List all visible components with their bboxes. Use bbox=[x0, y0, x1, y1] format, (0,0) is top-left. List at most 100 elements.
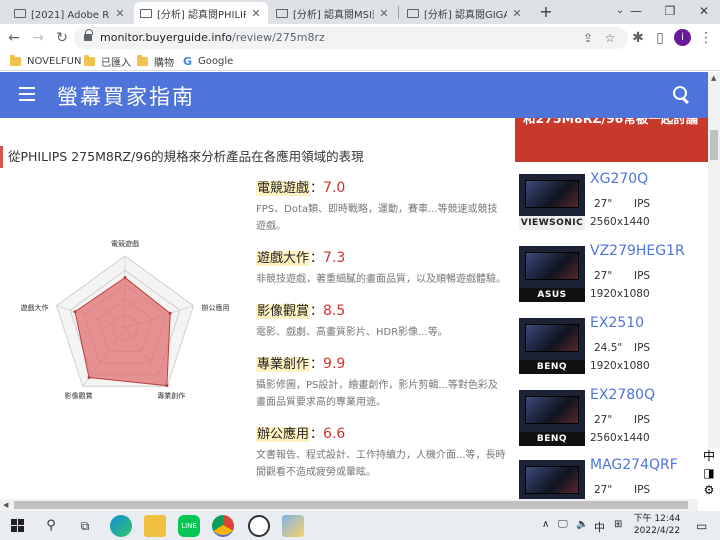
related-heading: 和275M8RZ/96常被一起討論 bbox=[515, 118, 708, 162]
radar-chart: 電競遊戲辦公應用專業創作 影像觀賞 遊戲大作 bbox=[21, 239, 230, 400]
product-card[interactable]: MAG274QRF 27" IPS bbox=[519, 457, 708, 499]
minimize-button[interactable]: — bbox=[618, 0, 654, 24]
scroll-left-arrow-icon[interactable]: ◀ bbox=[3, 501, 8, 509]
product-brand-logo: ASUS bbox=[519, 288, 585, 302]
score-name: 專業創作 bbox=[256, 357, 311, 372]
google-icon: G bbox=[183, 54, 193, 68]
site-title[interactable]: 螢幕買家指南 bbox=[57, 81, 195, 111]
close-window-button[interactable]: ✕ bbox=[686, 0, 720, 24]
folder-icon bbox=[84, 54, 95, 66]
product-specs: 27" IPS 2560x1440 bbox=[590, 411, 650, 447]
search-icon[interactable] bbox=[672, 85, 692, 105]
profile-avatar[interactable]: i bbox=[674, 29, 691, 46]
product-name-link[interactable]: EX2510 bbox=[590, 315, 644, 331]
new-tab-button[interactable]: + bbox=[536, 2, 556, 22]
horizontal-scroll-thumb[interactable] bbox=[14, 501, 688, 509]
product-brand-logo: BENQ bbox=[519, 360, 585, 374]
tab-philips[interactable]: [分析] 認真閱PHILIPS ✕ bbox=[134, 2, 268, 24]
score-value: 7.3 bbox=[323, 250, 346, 266]
input-language[interactable]: 中 bbox=[594, 519, 605, 535]
extensions-puzzle-icon[interactable]: ✱ bbox=[628, 28, 648, 48]
file-explorer-icon[interactable] bbox=[144, 515, 166, 537]
radar-axis-label: 專業創作 bbox=[157, 391, 185, 400]
url-text: monitor.buyerguide.info/review/275m8rz bbox=[100, 31, 325, 44]
monitor-favicon-icon bbox=[14, 8, 26, 18]
scroll-up-arrow-icon[interactable]: ▲ bbox=[711, 74, 716, 82]
product-resolution: 2560x1440 bbox=[590, 432, 650, 444]
product-name-link[interactable]: VZ279HEG1R bbox=[590, 243, 685, 259]
vertical-scroll-thumb[interactable] bbox=[710, 130, 718, 160]
network-icon[interactable]: 🖵 bbox=[558, 519, 568, 530]
paint-app-icon[interactable] bbox=[282, 515, 304, 537]
clock-app-icon[interactable] bbox=[248, 515, 270, 537]
ime-mode-button[interactable]: 中 bbox=[698, 448, 720, 465]
score-item: 電競遊戲：7.0 FPS、Dota類、即時戰略，運動，賽車...等競速或競技遊戲… bbox=[256, 178, 506, 235]
vertical-scrollbar[interactable]: ▲ bbox=[708, 72, 720, 499]
product-image[interactable]: BENQ bbox=[519, 390, 585, 446]
address-bar[interactable]: monitor.buyerguide.info/review/275m8rz ⇪… bbox=[74, 27, 628, 49]
volume-icon[interactable]: 🔈 bbox=[576, 519, 588, 530]
ime-settings-icon[interactable]: ⚙ bbox=[698, 482, 720, 499]
ime-status-icon[interactable]: ⊞ bbox=[614, 519, 622, 530]
product-image[interactable] bbox=[519, 460, 585, 499]
bookmark-star-icon[interactable]: ☆ bbox=[602, 30, 618, 46]
task-view-icon[interactable]: ⧉ bbox=[74, 515, 96, 537]
product-card[interactable]: VIEWSONIC XG270Q 27" IPS 2560x1440 bbox=[519, 171, 708, 234]
side-panel-icon[interactable]: ▯ bbox=[650, 28, 670, 48]
bookmark-shopping[interactable]: 購物 bbox=[137, 53, 174, 69]
close-tab-icon[interactable]: ✕ bbox=[250, 7, 262, 20]
bookmark-novelfun[interactable]: NOVELFUN bbox=[10, 53, 81, 69]
bookmarks-bar: NOVELFUN 已匯入 購物 G Google bbox=[0, 51, 720, 71]
close-tab-icon[interactable]: ✕ bbox=[114, 7, 126, 20]
product-size: 27" bbox=[594, 198, 613, 210]
ime-width-icon[interactable]: ◨ bbox=[698, 465, 720, 482]
share-icon[interactable]: ⇪ bbox=[580, 30, 596, 46]
forward-arrow-icon[interactable]: → bbox=[28, 28, 48, 48]
bookmark-imported[interactable]: 已匯入 bbox=[84, 53, 131, 69]
close-tab-icon[interactable]: ✕ bbox=[511, 7, 523, 20]
maximize-button[interactable]: ❐ bbox=[652, 0, 688, 24]
product-image[interactable]: BENQ bbox=[519, 318, 585, 374]
score-description: 非競技遊戲，著重細膩的畫面品質，以及順暢遊戲體驗。 bbox=[256, 274, 506, 285]
tab-msi[interactable]: [分析] 認真閱MSI遊戲 ✕ bbox=[270, 2, 396, 24]
product-resolution: 1920x1080 bbox=[590, 288, 650, 300]
windows-start-icon[interactable] bbox=[11, 519, 24, 532]
reload-icon[interactable]: ↻ bbox=[52, 28, 72, 48]
tab-adobe-rgb[interactable]: [2021] Adobe RGB 色 ✕ bbox=[8, 2, 132, 24]
product-name-link[interactable]: EX2780Q bbox=[590, 387, 655, 403]
product-card[interactable]: ASUS VZ279HEG1R 27" IPS 1920x1080 bbox=[519, 243, 708, 306]
tray-chevron-icon[interactable]: ∧ bbox=[542, 519, 549, 530]
hamburger-menu-icon[interactable] bbox=[19, 87, 35, 101]
tab-strip: [2021] Adobe RGB 色 ✕ [分析] 認真閱PHILIPS ✕ [… bbox=[0, 0, 720, 24]
radar-axis-label: 辦公應用 bbox=[201, 303, 229, 312]
line-app-icon[interactable]: LINE bbox=[178, 515, 200, 537]
score-item: 辦公應用：6.6 文書報告、程式設計、工作持續力，人機介面...等，長時間觀看不… bbox=[256, 424, 506, 481]
product-name-link[interactable]: XG270Q bbox=[590, 171, 648, 187]
chrome-browser-icon[interactable] bbox=[212, 515, 234, 537]
product-card[interactable]: BENQ EX2780Q 27" IPS 2560x1440 bbox=[519, 387, 708, 450]
product-name-link[interactable]: MAG274QRF bbox=[590, 457, 678, 473]
product-image[interactable]: VIEWSONIC bbox=[519, 174, 585, 230]
product-card[interactable]: BENQ EX2510 24.5" IPS 1920x1080 bbox=[519, 315, 708, 378]
edge-browser-icon[interactable] bbox=[110, 515, 132, 537]
notification-icon[interactable]: ▭ bbox=[696, 519, 707, 533]
score-value: 6.6 bbox=[323, 426, 346, 442]
score-name: 電競遊戲 bbox=[256, 181, 311, 196]
tab-gigabyte[interactable]: [分析] 認真閱GIGABYT ✕ bbox=[401, 2, 529, 24]
lock-icon[interactable] bbox=[84, 29, 93, 42]
search-icon[interactable]: ⚲ bbox=[40, 515, 62, 537]
tab-separator bbox=[398, 6, 399, 19]
product-size: 24.5" bbox=[594, 342, 623, 354]
radar-axis-label: 影像觀賞 bbox=[65, 391, 93, 400]
bookmark-google[interactable]: G Google bbox=[183, 53, 233, 69]
monitor-favicon-icon bbox=[407, 8, 419, 18]
product-resolution: 1920x1080 bbox=[590, 360, 650, 372]
system-clock[interactable]: 下午 12:44 2022/4/22 bbox=[633, 513, 681, 537]
product-size: 27" bbox=[594, 484, 613, 496]
close-tab-icon[interactable]: ✕ bbox=[378, 7, 390, 20]
product-panel: IPS bbox=[634, 414, 651, 426]
back-arrow-icon[interactable]: ← bbox=[4, 28, 24, 48]
product-image[interactable]: ASUS bbox=[519, 246, 585, 302]
more-menu-icon[interactable]: ⋮ bbox=[696, 28, 716, 48]
horizontal-scrollbar[interactable]: ◀ ▶ bbox=[0, 499, 708, 511]
